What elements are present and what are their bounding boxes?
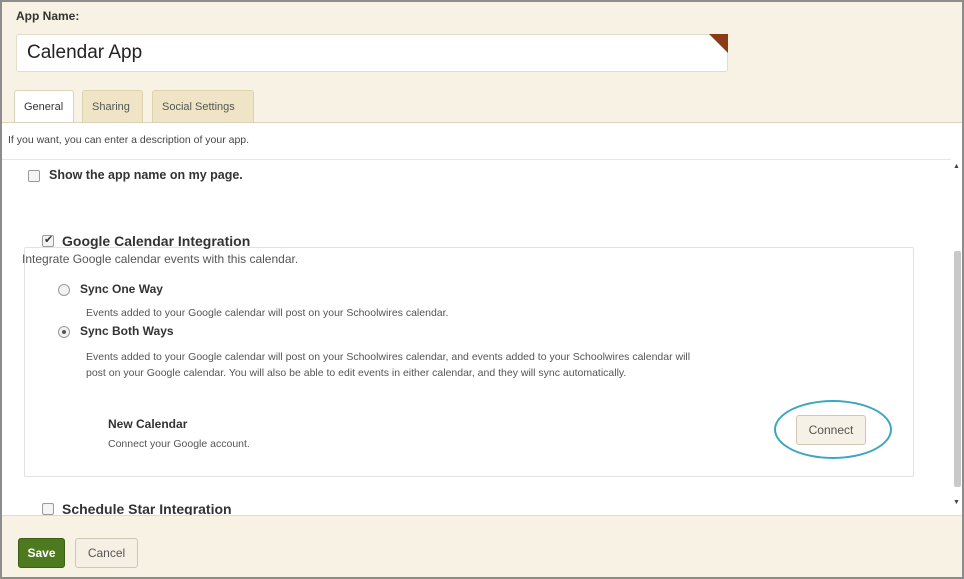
schedule-star-checkbox[interactable] <box>42 503 54 515</box>
schedule-star-title: Schedule Star Integration <box>62 501 232 515</box>
sync-both-ways-radio[interactable] <box>58 326 70 338</box>
form-footer: Save Cancel <box>2 515 962 577</box>
new-calendar-title: New Calendar <box>108 417 188 431</box>
tab-sharing[interactable]: Sharing <box>82 90 143 122</box>
scroll-up-arrow-icon[interactable]: ▲ <box>953 163 960 170</box>
settings-scroll-area: Show the app name on my page. Google Cal… <box>2 159 962 515</box>
vertical-scrollbar[interactable]: ▲ ▼ <box>951 159 962 515</box>
cancel-button[interactable]: Cancel <box>75 538 138 568</box>
google-integration-title: Google Calendar Integration <box>62 233 251 249</box>
general-tab-panel: If you want, you can enter a description… <box>2 122 962 515</box>
google-integration-description: Integrate Google calendar events with th… <box>22 252 299 266</box>
scrollbar-thumb[interactable] <box>954 251 961 487</box>
sync-one-way-radio[interactable] <box>58 284 70 296</box>
save-button[interactable]: Save <box>18 538 65 568</box>
tab-social-settings[interactable]: Social Settings <box>152 90 254 122</box>
show-app-name-checkbox[interactable] <box>28 170 40 182</box>
google-integration-checkbox[interactable] <box>42 233 54 247</box>
sync-both-ways-description: Events added to your Google calendar wil… <box>86 351 691 379</box>
app-name-input[interactable] <box>16 34 728 72</box>
description-hint: If you want, you can enter a description… <box>8 134 250 146</box>
sync-one-way-label: Sync One Way <box>80 282 163 296</box>
new-calendar-description: Connect your Google account. <box>108 438 250 450</box>
scroll-down-arrow-icon[interactable]: ▼ <box>953 499 960 506</box>
app-settings-window: App Name: General Sharing Social Setting… <box>0 0 964 579</box>
show-app-name-label: Show the app name on my page. <box>49 168 243 182</box>
connect-button[interactable]: Connect <box>796 415 866 445</box>
required-corner-icon <box>709 34 728 53</box>
sync-one-way-description: Events added to your Google calendar wil… <box>86 307 449 319</box>
sync-both-ways-label: Sync Both Ways <box>80 324 174 338</box>
tab-general[interactable]: General <box>14 90 74 123</box>
app-header: App Name: General Sharing Social Setting… <box>2 2 962 123</box>
app-name-label: App Name: <box>16 9 80 23</box>
